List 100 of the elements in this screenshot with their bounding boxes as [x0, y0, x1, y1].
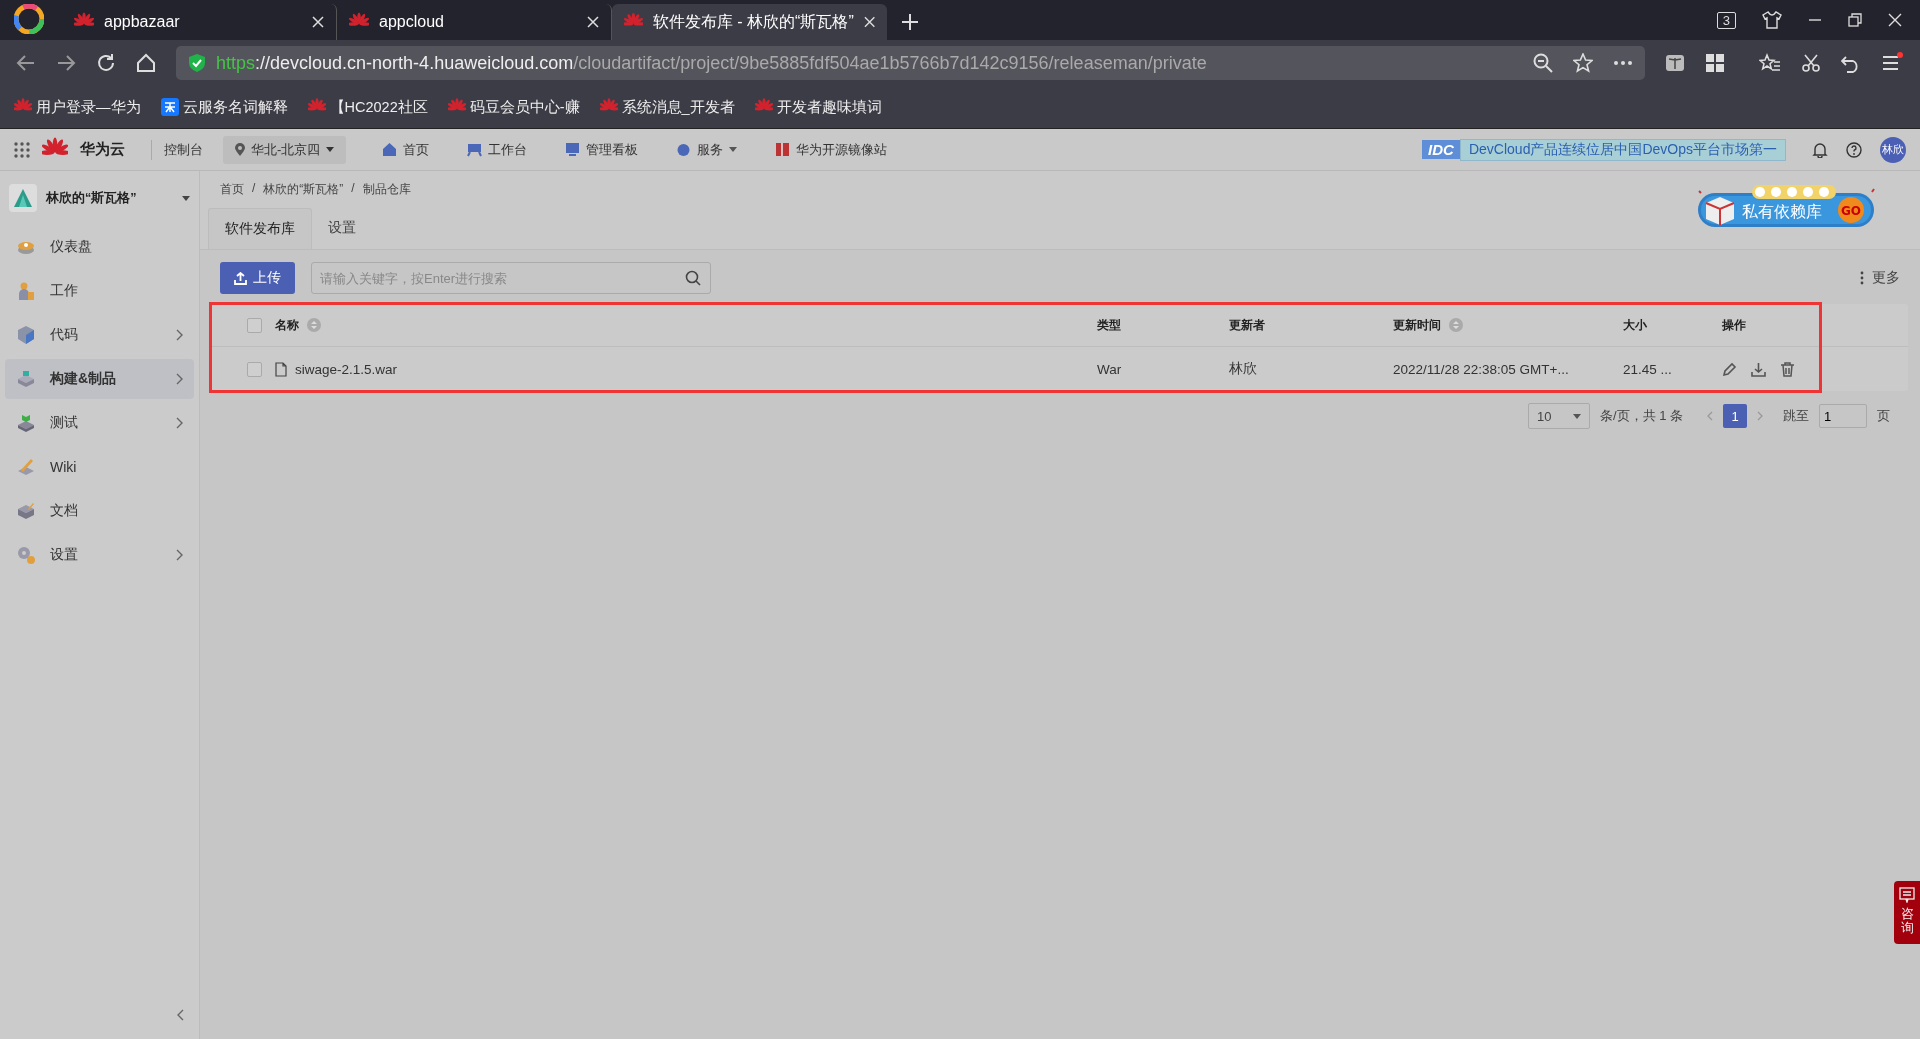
collapse-chevron-icon[interactable] [177, 1009, 184, 1021]
sidebar-item[interactable]: 构建&制品 [5, 359, 194, 399]
restore-icon[interactable] [1848, 13, 1862, 27]
plus-icon[interactable] [901, 13, 919, 31]
browser-logo-icon[interactable] [14, 4, 44, 34]
tab[interactable]: 设置 [312, 208, 372, 248]
bookmark[interactable]: 【HC2022社区 [307, 97, 428, 117]
nav-link[interactable]: 首页 [382, 140, 430, 159]
pencil-pad-icon [16, 457, 36, 477]
download-icon[interactable] [1751, 361, 1766, 377]
document-stack-icon [16, 501, 36, 521]
book-icon[interactable] [1665, 53, 1685, 73]
star-icon[interactable] [1573, 53, 1593, 73]
upload-button[interactable]: 上传 [220, 262, 295, 294]
jump-label: 跳至 [1783, 407, 1809, 425]
page-size-dropdown[interactable]: 10 [1527, 403, 1590, 429]
workbench-icon [467, 142, 483, 157]
apps-grid-icon[interactable] [1705, 53, 1725, 73]
sidebar-item[interactable]: 仪表盘 [5, 227, 194, 267]
sidebar-item[interactable]: Wiki [5, 447, 194, 487]
table-cell-text: 21.45 ... [1623, 361, 1673, 377]
favorites-list-icon[interactable] [1759, 53, 1781, 73]
trash-icon[interactable] [1780, 361, 1795, 377]
help-icon[interactable] [1846, 141, 1862, 158]
back-icon[interactable] [16, 53, 36, 73]
column-header: 类型 [1097, 316, 1122, 334]
column-header: 更新者 [1229, 316, 1266, 334]
close-icon[interactable] [587, 16, 599, 28]
chat-icon [1899, 887, 1915, 903]
project-logo-icon [13, 188, 33, 208]
home-icon[interactable] [136, 53, 156, 73]
upload-icon [234, 271, 247, 285]
zoom-out-icon[interactable] [1533, 53, 1553, 73]
breadcrumb-link[interactable]: 首页 [220, 181, 244, 198]
close-icon[interactable] [312, 16, 324, 28]
caret-down-icon [1572, 413, 1581, 419]
location-pin-icon [235, 143, 245, 156]
select-all-checkbox[interactable] [247, 317, 262, 333]
reload-icon[interactable] [96, 53, 116, 73]
page-number[interactable]: 1 [1723, 404, 1747, 428]
file-icon [275, 361, 287, 377]
sidebar-item[interactable]: 代码 [5, 315, 194, 355]
bookmark[interactable]: 系统消息_开发者 [599, 97, 735, 117]
sidebar-item[interactable]: 工作 [5, 271, 194, 311]
bell-icon[interactable] [1812, 141, 1828, 158]
close-icon[interactable] [863, 16, 875, 28]
sidebar-item[interactable]: 设置 [5, 535, 194, 575]
monitor-icon [565, 142, 581, 157]
gears-icon [16, 545, 36, 565]
table-cell-text: War [1097, 361, 1123, 377]
search-icon [685, 270, 701, 286]
sidebar-item[interactable]: 文档 [5, 491, 194, 531]
column-header: 更新时间 [1393, 316, 1623, 334]
caret-down-icon [182, 195, 190, 201]
shirt-icon[interactable] [1762, 11, 1782, 29]
region-dropdown[interactable]: 华北-北京四 [223, 135, 347, 164]
more-menu[interactable]: 更多 [1860, 269, 1900, 287]
zhihu-logo-icon [160, 98, 179, 116]
bookmark[interactable]: 用户登录—华为 [14, 97, 141, 117]
worker-icon [16, 281, 36, 301]
breadcrumb-separator: / [351, 181, 355, 197]
breadcrumb-link[interactable]: 林欣的“斯瓦格” [263, 181, 344, 198]
bookmark[interactable]: 开发者趣味填词 [754, 97, 882, 117]
address-bar[interactable]: https://devcloud.cn-north-4.huaweicloud.com/cloudartifact/project/9be5885fdf504ae1b5766b7d142c9156/releaseman/private [176, 46, 1645, 80]
breadcrumb-separator: / [252, 181, 256, 197]
caret-down-icon [326, 147, 335, 152]
browser-tab[interactable]: 软件发布库 - 林欣的“斯瓦格” [612, 4, 887, 40]
nav-link[interactable]: 管理看板 [565, 140, 639, 159]
kebab-icon [1860, 271, 1864, 285]
shield-check-icon [188, 53, 206, 73]
table-cell-text: 林欣 [1229, 360, 1258, 378]
project-selector[interactable]: 林欣的“斯瓦格” [5, 171, 194, 225]
column-header: 大小 [1623, 316, 1648, 334]
tab-count-badge[interactable]: 3 [1716, 11, 1736, 29]
tab[interactable]: 软件发布库 [208, 208, 312, 249]
sidebar-item[interactable]: 测试 [5, 403, 194, 443]
user-avatar[interactable]: 林欣 [1880, 136, 1906, 163]
bookmark[interactable]: 云服务名词解释 [160, 97, 288, 117]
file-name-link[interactable]: siwage-2.1.5.war [295, 361, 398, 377]
edit-icon[interactable] [1722, 361, 1737, 377]
page-summary: 条/页，共 1 条 [1599, 407, 1683, 425]
page-unit: 页 [1877, 407, 1890, 425]
page-jump-field[interactable]: 1 [1819, 404, 1867, 428]
column-header: 名称 [275, 316, 1097, 334]
column-header: 操作 [1722, 316, 1747, 334]
row-checkbox[interactable] [247, 361, 262, 377]
apps-grid-icon[interactable] [14, 141, 30, 158]
bookmark[interactable]: 码豆会员中心-赚 [447, 97, 580, 117]
code-block-icon [16, 325, 36, 345]
forward-icon[interactable] [56, 53, 76, 73]
scissors-icon[interactable] [1801, 53, 1821, 73]
close-icon[interactable] [1888, 13, 1902, 27]
console-link[interactable]: 控制台 [164, 140, 203, 159]
flag-icon [775, 142, 791, 157]
nav-link[interactable]: 华为开源镜像站 [775, 140, 888, 159]
house-icon [382, 142, 398, 157]
service-icon [676, 142, 692, 157]
nav-link[interactable]: 工作台 [467, 140, 528, 159]
build-package-icon [16, 369, 36, 389]
nav-link[interactable]: 服务 [676, 140, 738, 159]
